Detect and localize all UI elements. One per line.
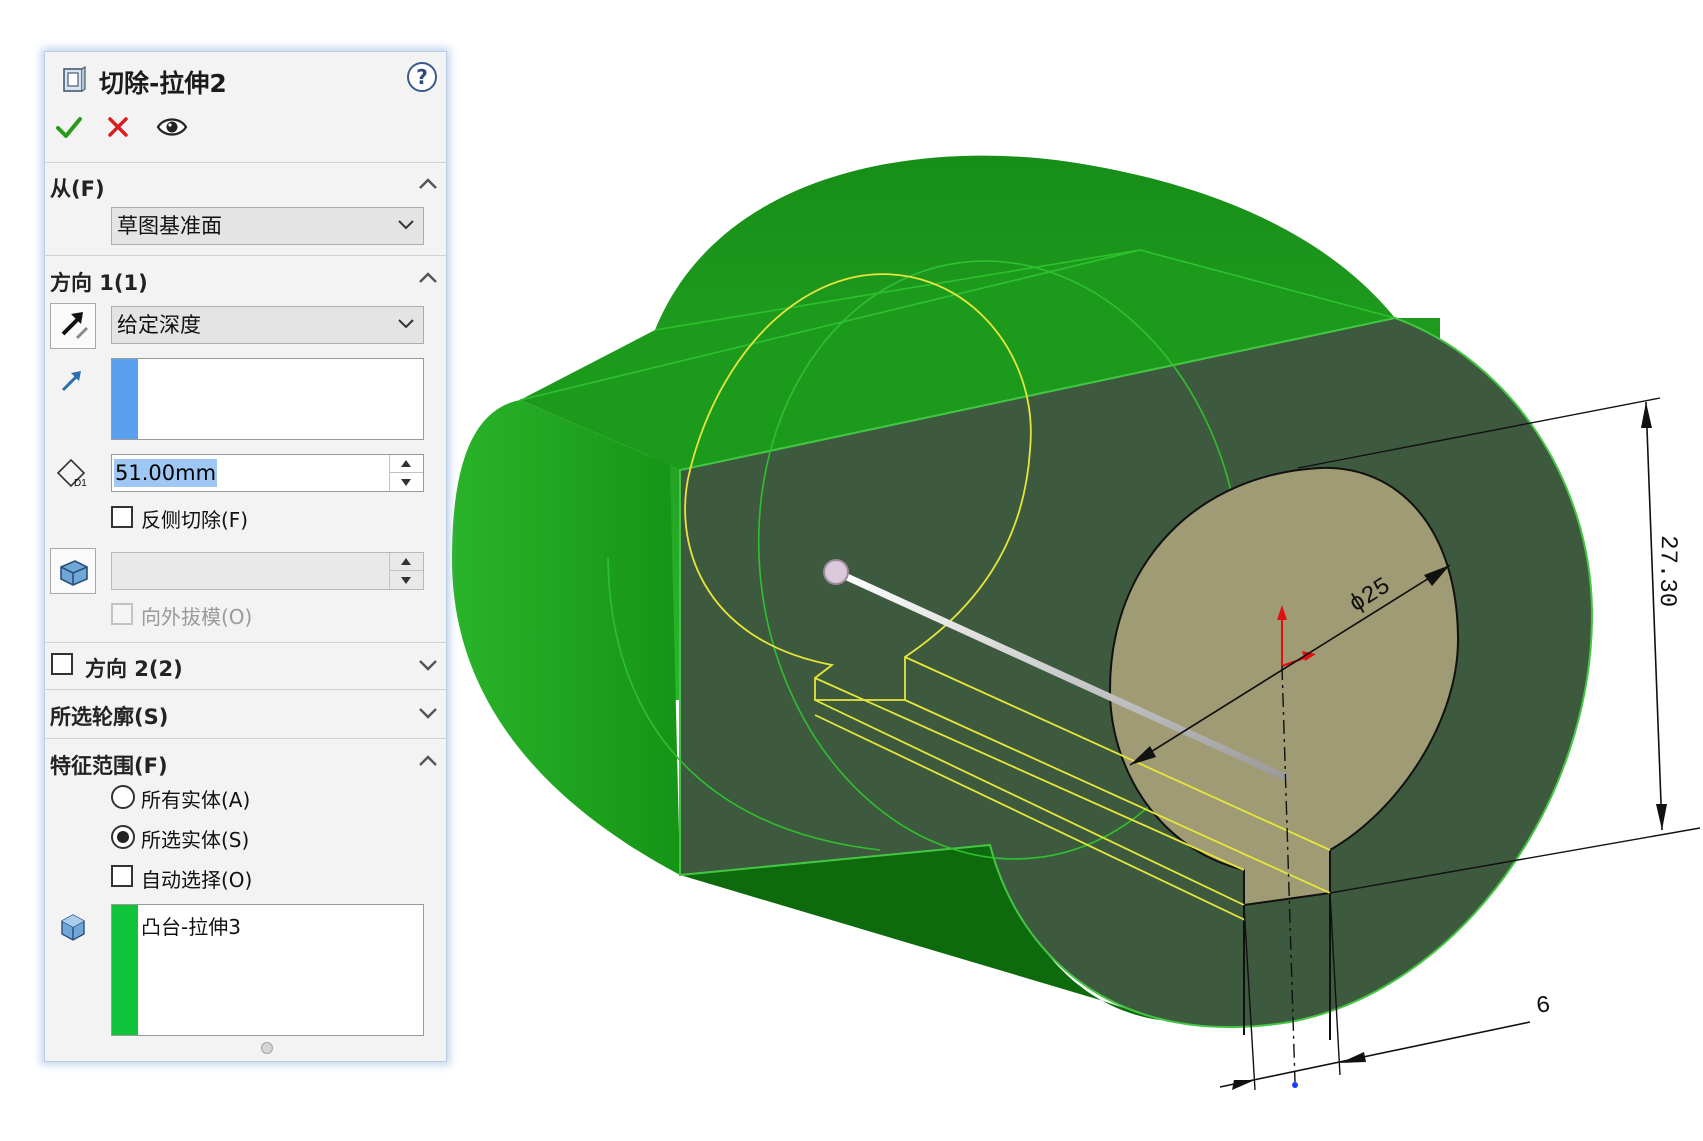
all-bodies-label: 所有实体(A)	[141, 788, 251, 812]
feature-title: 切除-拉伸2	[99, 69, 227, 98]
help-question-icon: ?	[416, 65, 428, 89]
direction2-checkbox[interactable]	[51, 653, 73, 675]
cancel-button[interactable]	[106, 115, 130, 139]
selected-bodies-label: 所选实体(S)	[141, 828, 250, 852]
list-item[interactable]: 凸台-拉伸3	[141, 911, 241, 940]
chevron-down-icon[interactable]	[417, 658, 439, 672]
draft-outward-checkbox[interactable]	[111, 603, 133, 625]
preview-button[interactable]	[156, 115, 188, 139]
draft-outward-label: 向外拔模(O)	[141, 605, 253, 629]
height-dimension-text: 27.30	[1653, 535, 1681, 607]
depth-decrement-button[interactable]	[390, 473, 423, 491]
depth-spinner	[389, 455, 423, 491]
auto-select-label: 自动选择(O)	[141, 868, 253, 892]
bodies-to-affect-list[interactable]: 凸台-拉伸3	[111, 904, 424, 1036]
draft-toggle-button[interactable]	[50, 548, 96, 594]
all-bodies-radio[interactable]	[111, 785, 135, 809]
bodies-color-strip	[112, 905, 138, 1035]
selected-bodies-radio[interactable]	[111, 825, 135, 849]
checkmark-icon	[56, 117, 82, 138]
depth-dimension-icon: D1	[56, 458, 87, 489]
from-start-condition-select[interactable]: 草图基准面	[111, 207, 424, 245]
center-point	[1292, 1082, 1298, 1088]
draft-angle-input[interactable]	[111, 552, 424, 590]
chevron-down-icon[interactable]	[417, 706, 439, 720]
direction-color-strip	[112, 359, 138, 439]
direction1-section-title: 方向 1(1)	[50, 271, 148, 295]
draft-angle-decrement-button[interactable]	[390, 571, 423, 589]
auto-select-checkbox[interactable]	[111, 865, 133, 887]
from-section-title: 从(F)	[50, 177, 105, 201]
selected-contours-section-title: 所选轮廓(S)	[50, 705, 169, 729]
depth-increment-button[interactable]	[390, 455, 423, 473]
extrude-drag-handle[interactable]	[823, 559, 849, 585]
panel-resize-handle[interactable]	[261, 1042, 273, 1054]
flip-side-to-cut-label: 反侧切除(F)	[141, 508, 249, 532]
chevron-down-icon	[398, 319, 414, 329]
help-button[interactable]: ?	[407, 62, 437, 92]
block-left-face	[452, 400, 680, 875]
direction-vector-icon	[61, 371, 81, 392]
reverse-direction-icon	[61, 312, 89, 340]
feature-scope-section-title: 特征范围(F)	[50, 754, 168, 778]
property-manager-panel: 切除-拉伸2 ? 从(F) 草图基准面 方向 1(1) 给定深度 D1 51.0…	[44, 51, 447, 1062]
cut-extrude-feature-icon	[61, 65, 87, 95]
close-x-icon	[108, 117, 128, 137]
chevron-up-icon[interactable]	[417, 271, 439, 285]
solid-body-icon	[61, 914, 85, 941]
ok-button[interactable]	[55, 115, 83, 141]
depth-input[interactable]: 51.00mm	[111, 454, 424, 492]
draft-angle-spinner	[389, 553, 423, 589]
eye-preview-icon	[156, 118, 188, 136]
chevron-up-icon[interactable]	[417, 754, 439, 768]
width-dimension-text: 6	[1534, 992, 1552, 1021]
reverse-direction-button[interactable]	[50, 303, 96, 349]
draft-angle-increment-button[interactable]	[390, 553, 423, 571]
depth-input-value: 51.00mm	[114, 459, 218, 487]
end-condition-value: 给定深度	[117, 313, 201, 337]
flip-side-to-cut-checkbox[interactable]	[111, 506, 133, 528]
direction-reference-list[interactable]	[111, 358, 424, 440]
from-start-condition-value: 草图基准面	[117, 214, 222, 238]
end-condition-select[interactable]: 给定深度	[111, 306, 424, 344]
svg-text:D1: D1	[74, 478, 87, 489]
chevron-up-icon[interactable]	[417, 177, 439, 191]
direction2-section-title: 方向 2(2)	[85, 657, 183, 681]
chevron-down-icon	[398, 220, 414, 230]
draft-icon	[60, 560, 88, 586]
